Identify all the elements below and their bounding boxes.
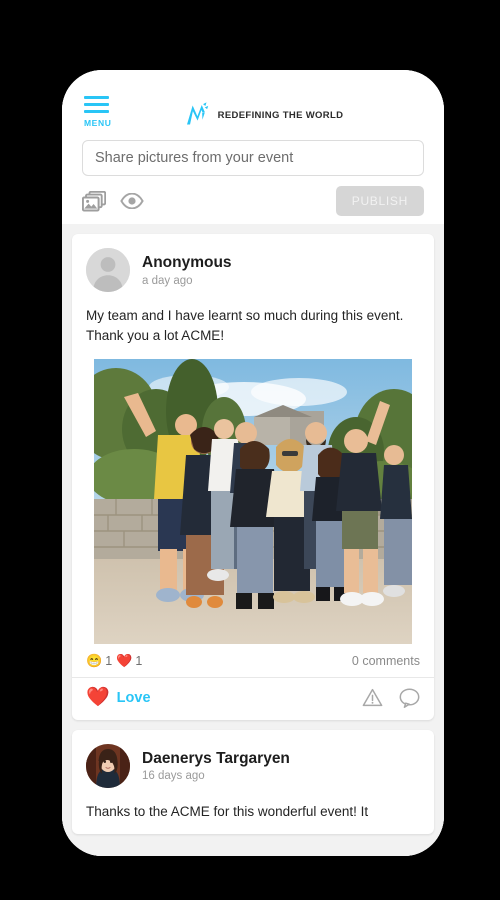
post-action-icons [362,687,420,708]
post-timestamp: a day ago [142,274,193,287]
report-warning-icon[interactable] [362,688,383,707]
placeholder-person-icon [86,248,130,292]
post-meta: Anonymous a day ago [142,253,232,286]
comments-count[interactable]: 0 comments [352,654,420,668]
post-meta: Daenerys Targaryen 16 days ago [142,749,290,782]
post-card: Daenerys Targaryen 16 days ago Thanks to… [72,729,434,834]
photos-stack-icon[interactable] [82,190,106,212]
post-header: Daenerys Targaryen 16 days ago [72,730,434,796]
brand-name: REDEFINING THE WORLD [217,109,344,121]
post-stats: 😁 1 ❤️ 1 0 comments [72,644,434,678]
post-author: Daenerys Targaryen [142,749,290,767]
avatar[interactable] [86,248,130,292]
composer-actions: PUBLISH [82,178,424,224]
app-header: MENU REDEFINING THE WORLD [62,70,444,128]
love-label: Love [116,689,151,706]
avatar[interactable] [86,743,130,788]
post-timestamp: 16 days ago [142,770,205,783]
grinning-face-emoji: 😁 [86,653,103,668]
reaction-count: 1 [105,653,113,668]
post-actions: ❤️ Love [72,678,434,720]
reaction-count: 1 [135,653,143,668]
user-photo-avatar [86,743,130,788]
screenshot-stage: MENU REDEFINING THE WORLD Share pictures… [0,0,500,900]
phone-screen: MENU REDEFINING THE WORLD Share pictures… [62,70,444,856]
post-text: My team and I have learnt so much during… [86,308,404,344]
post-header: Anonymous a day ago [72,234,434,300]
post-text: Thanks to the ACME for this wonderful ev… [86,803,369,819]
post-composer: PUBLISH [62,128,444,224]
eye-icon[interactable] [120,193,144,209]
comment-bubble-icon[interactable] [399,687,420,708]
post-card: Anonymous a day ago My team and I have l… [72,234,434,720]
reaction-summary[interactable]: 😁 1 ❤️ 1 [86,654,142,668]
love-button[interactable]: ❤️ Love [86,688,151,707]
red-heart-emoji: ❤️ [86,687,110,708]
phone-frame: MENU REDEFINING THE WORLD Share pictures… [62,70,444,856]
reaction-item: ❤️ 1 [116,654,142,668]
n-logo-icon [186,102,208,125]
publish-button[interactable]: PUBLISH [335,186,424,216]
posts-feed[interactable]: Anonymous a day ago My team and I have l… [62,224,444,856]
reaction-item: 😁 1 [86,654,112,668]
brand-logo[interactable]: REDEFINING THE WORLD [106,102,422,128]
share-input[interactable] [82,140,424,176]
post-photo[interactable] [94,358,412,644]
post-author: Anonymous [142,254,232,272]
red-heart-emoji: ❤️ [116,653,133,668]
